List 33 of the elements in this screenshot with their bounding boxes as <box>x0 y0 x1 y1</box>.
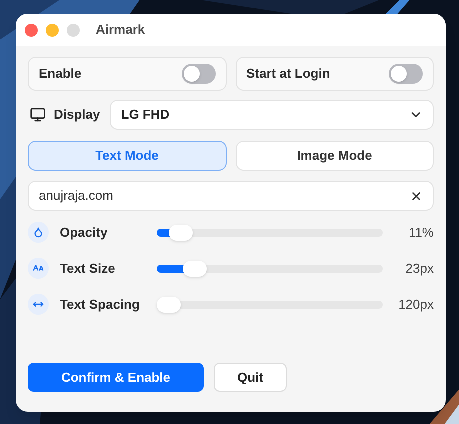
confirm-button[interactable]: Confirm & Enable <box>28 363 204 392</box>
slider-value: 11% <box>408 224 434 242</box>
display-label: Display <box>54 106 100 124</box>
slider-thumb[interactable] <box>157 296 181 312</box>
letters-icon <box>28 258 49 279</box>
droplet-icon <box>28 222 49 243</box>
text-field[interactable]: anujraja.com <box>28 181 434 211</box>
toggle-label: Enable <box>39 65 82 84</box>
minimize-button[interactable] <box>46 24 59 36</box>
slider-thumb[interactable] <box>183 260 208 276</box>
slider-label: Text Spacing <box>60 296 141 314</box>
toggle-switch[interactable] <box>182 64 216 84</box>
slider[interactable] <box>157 260 383 276</box>
slider[interactable] <box>157 296 383 312</box>
toggle-switch[interactable] <box>389 64 423 84</box>
zoom-button[interactable] <box>67 24 80 36</box>
slider-label: Opacity <box>60 224 109 242</box>
slider-value: 120px <box>398 296 434 314</box>
close-button[interactable] <box>25 24 38 36</box>
slider-value: 23px <box>404 260 434 278</box>
window-title: Airmark <box>96 21 146 40</box>
slider-label: Text Size <box>60 260 116 278</box>
slider[interactable] <box>157 224 383 240</box>
toggle-label: Start at Login <box>246 65 330 84</box>
quit-button[interactable]: Quit <box>214 363 287 392</box>
mode-tab[interactable]: Image Mode <box>236 141 434 171</box>
text-input[interactable]: anujraja.com <box>39 186 410 206</box>
monitor-icon <box>30 107 46 123</box>
display-dropdown[interactable]: LG FHD <box>110 100 434 130</box>
mode-tab[interactable]: Text Mode <box>28 141 226 171</box>
horizontal-arrows-icon <box>28 294 49 315</box>
slider-thumb[interactable] <box>169 224 194 240</box>
clear-icon[interactable] <box>410 190 423 202</box>
